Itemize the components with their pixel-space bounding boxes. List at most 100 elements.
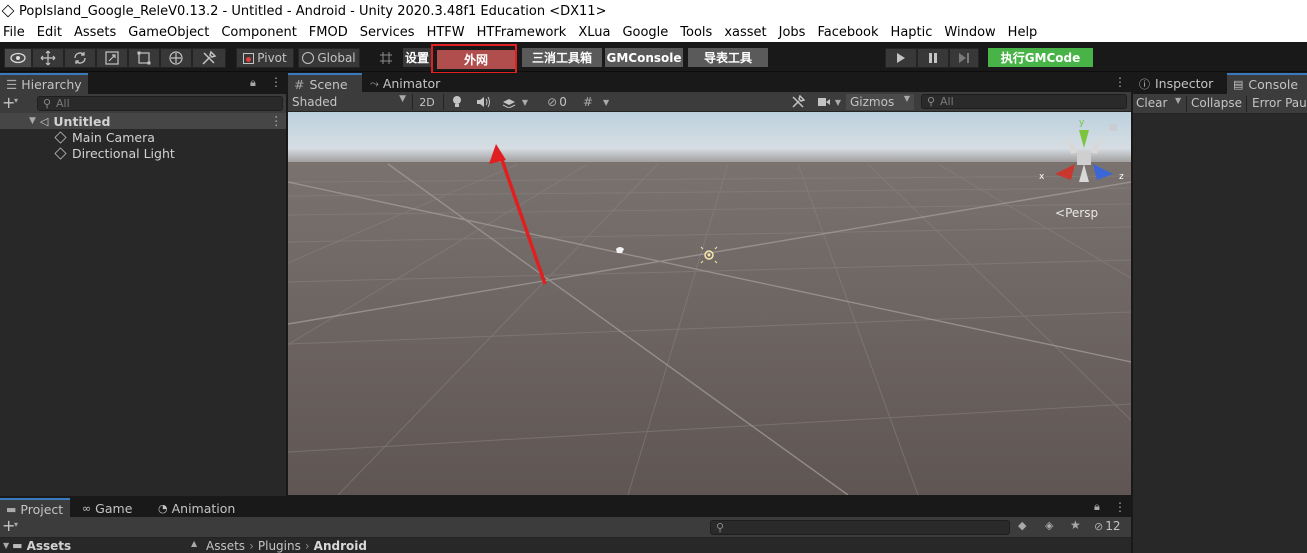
unity-scene-icon: ◁ bbox=[39, 114, 49, 128]
lock-icon[interactable]: 🔒︎ bbox=[1094, 500, 1100, 514]
collapse-button[interactable]: Collapse bbox=[1191, 96, 1242, 110]
error-pause-button[interactable]: Error Paus bbox=[1252, 96, 1307, 110]
draw-mode-dropdown[interactable]: Shaded ▼ bbox=[290, 94, 408, 110]
table-tool-button[interactable]: 导表工具 bbox=[688, 48, 768, 67]
menu-xasset[interactable]: xasset bbox=[718, 25, 772, 40]
gizmos-dropdown[interactable]: Gizmos ▼ bbox=[846, 94, 914, 110]
tab-animator[interactable]: ⤳ Animator bbox=[364, 73, 448, 94]
gameobject-cube-icon bbox=[54, 146, 67, 160]
effects-dropdown[interactable]: ▼ bbox=[498, 94, 532, 110]
grid-snap-icon bbox=[380, 52, 392, 64]
more-menu-icon[interactable]: ⋮ bbox=[1114, 75, 1126, 89]
animation-tab-label: Animation bbox=[171, 501, 236, 516]
menu-haptic[interactable]: Haptic bbox=[885, 25, 939, 40]
breadcrumb-separator-icon: › bbox=[249, 539, 254, 553]
breadcrumb-item[interactable]: Plugins bbox=[258, 539, 301, 553]
orientation-gizmo[interactable]: y x z <Persp bbox=[1039, 118, 1125, 220]
lighting-toggle[interactable] bbox=[448, 94, 466, 110]
audio-toggle[interactable] bbox=[474, 94, 492, 110]
menu-bar: File Edit Assets GameObject Component FM… bbox=[0, 22, 1307, 42]
tab-game[interactable]: ∞ Game bbox=[76, 498, 146, 519]
step-button[interactable] bbox=[949, 48, 979, 68]
chevron-down-icon[interactable]: ▼ bbox=[1175, 96, 1181, 105]
menu-facebook[interactable]: Facebook bbox=[811, 25, 884, 40]
custom-tool-button[interactable] bbox=[192, 48, 226, 68]
menu-assets[interactable]: Assets bbox=[68, 25, 122, 40]
exec-gm-button[interactable]: 执行GMCode bbox=[988, 48, 1093, 67]
project-tree-root[interactable]: ▼ ▬ Assets bbox=[0, 538, 200, 553]
global-toggle[interactable]: Global bbox=[298, 48, 360, 68]
move-tool-button[interactable] bbox=[32, 48, 64, 68]
view-tool-button[interactable] bbox=[4, 48, 32, 68]
clock-icon: ◔ bbox=[158, 502, 168, 515]
transform-tool-button[interactable] bbox=[160, 48, 192, 68]
tab-inspector[interactable]: ⓘ Inspector bbox=[1133, 73, 1227, 94]
hidden-packages-toggle[interactable]: ⊘ 12 bbox=[1094, 519, 1121, 533]
toggle-2d-button[interactable]: 2D bbox=[416, 94, 438, 110]
menu-window[interactable]: Window bbox=[938, 25, 1001, 40]
menu-htfw[interactable]: HTFW bbox=[421, 25, 471, 40]
expand-arrow-icon[interactable]: ▼ bbox=[29, 116, 36, 126]
rotate-tool-button[interactable] bbox=[64, 48, 96, 68]
scroll-up-icon[interactable]: ▲ bbox=[191, 539, 197, 548]
scene-menu-icon[interactable]: ⋮ bbox=[270, 113, 283, 128]
project-search-input[interactable] bbox=[710, 520, 1010, 535]
scene-view-toolbar: Shaded ▼ 2D ▼ ⊘ 0 #▼ ▼ Gizmos ▼ All bbox=[288, 92, 1131, 112]
play-button[interactable] bbox=[885, 48, 917, 68]
tab-hierarchy[interactable]: ☰ Hierarchy bbox=[0, 73, 88, 94]
pivot-label: Pivot bbox=[257, 51, 287, 65]
menu-file[interactable]: File bbox=[0, 25, 31, 40]
scene-visibility-toggle[interactable]: ⊘ 0 bbox=[540, 94, 574, 110]
expand-arrow-icon[interactable]: ▼ bbox=[3, 541, 9, 550]
favorite-star-icon[interactable]: ★ bbox=[1070, 518, 1081, 532]
menu-help[interactable]: Help bbox=[1002, 25, 1044, 40]
menu-gameobject[interactable]: GameObject bbox=[122, 25, 215, 40]
pivot-toggle[interactable]: Pivot bbox=[236, 48, 294, 68]
camera-dropdown[interactable]: ▼ bbox=[814, 94, 844, 110]
scene-viewport[interactable]: y x z <Persp bbox=[288, 112, 1131, 495]
menu-jobs[interactable]: Jobs bbox=[773, 25, 812, 40]
scene-search-input[interactable]: All bbox=[921, 94, 1127, 109]
unity-logo-icon bbox=[1, 4, 15, 18]
lock-icon[interactable]: 🔒︎ bbox=[250, 76, 256, 90]
dropdown-arrow-icon[interactable]: ▾ bbox=[14, 520, 18, 529]
menu-htframework[interactable]: HTFramework bbox=[471, 25, 573, 40]
menu-edit[interactable]: Edit bbox=[31, 25, 68, 40]
hierarchy-search-input[interactable]: All bbox=[37, 96, 283, 111]
grid-dropdown[interactable]: # ▼ bbox=[578, 94, 614, 110]
gizmo-lock-icon[interactable] bbox=[1110, 124, 1117, 131]
clear-button[interactable]: Clear bbox=[1136, 96, 1167, 110]
more-menu-icon[interactable]: ⋮ bbox=[270, 75, 282, 89]
menu-services[interactable]: Services bbox=[354, 25, 421, 40]
filter-by-type-icon[interactable]: ◆ bbox=[1018, 519, 1026, 532]
menu-google[interactable]: Google bbox=[616, 25, 674, 40]
breadcrumb-item[interactable]: Assets bbox=[206, 539, 245, 553]
scene-tools-button[interactable] bbox=[788, 94, 808, 110]
hierarchy-tab-label: Hierarchy bbox=[21, 77, 82, 92]
menu-component[interactable]: Component bbox=[215, 25, 302, 40]
menu-tools[interactable]: Tools bbox=[674, 25, 718, 40]
scale-tool-button[interactable] bbox=[96, 48, 128, 68]
label-tag-icon[interactable]: ◈ bbox=[1045, 519, 1053, 532]
pause-button[interactable] bbox=[917, 48, 949, 68]
gm-console-button[interactable]: GMConsole bbox=[605, 48, 683, 67]
hierarchy-item[interactable]: Directional Light bbox=[54, 145, 175, 161]
match3-tools-button[interactable]: 三消工具箱 bbox=[522, 48, 602, 67]
eye-off-icon: ⊘ bbox=[547, 95, 558, 109]
tab-animation[interactable]: ◔ Animation bbox=[152, 498, 242, 519]
scene-row[interactable]: ▼ ◁ Untitled ⋮ bbox=[0, 113, 286, 129]
rect-tool-button[interactable] bbox=[128, 48, 160, 68]
hierarchy-item[interactable]: Main Camera bbox=[54, 129, 155, 145]
projection-label[interactable]: <Persp bbox=[1055, 206, 1098, 220]
tab-console[interactable]: ▤ Console bbox=[1227, 73, 1307, 94]
more-menu-icon[interactable]: ⋮ bbox=[1114, 500, 1126, 514]
dropdown-arrow-icon[interactable]: ▾ bbox=[14, 96, 18, 105]
settings-button[interactable]: 设置 bbox=[403, 48, 431, 67]
breadcrumb-item[interactable]: Android bbox=[314, 539, 367, 553]
list-icon: ☰ bbox=[6, 77, 18, 92]
grid-snap-button[interactable] bbox=[372, 48, 400, 68]
menu-xlua[interactable]: XLua bbox=[572, 25, 616, 40]
tab-scene[interactable]: # Scene bbox=[288, 73, 362, 94]
chevron-down-icon: ▼ bbox=[834, 97, 842, 107]
menu-fmod[interactable]: FMOD bbox=[303, 25, 354, 40]
